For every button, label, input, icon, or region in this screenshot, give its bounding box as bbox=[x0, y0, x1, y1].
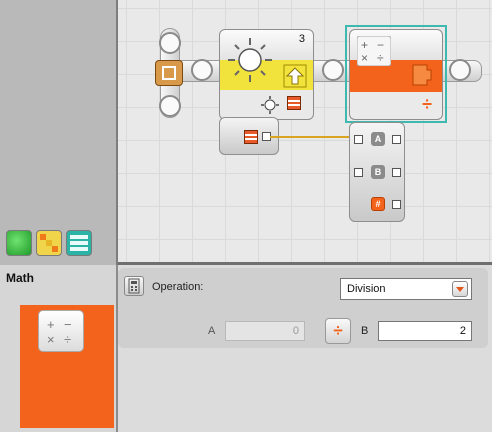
config-title: Math bbox=[6, 271, 34, 285]
input-b-plug[interactable] bbox=[354, 168, 363, 177]
complete-palette-tab[interactable] bbox=[36, 230, 62, 256]
beam-ring-1[interactable] bbox=[191, 59, 213, 81]
math-data-hub[interactable]: A B # bbox=[349, 122, 405, 222]
svg-text:×: × bbox=[47, 332, 55, 347]
result-output-plug[interactable] bbox=[392, 200, 401, 209]
input-b-label: B bbox=[371, 165, 385, 179]
svg-text:÷: ÷ bbox=[64, 332, 71, 347]
input-a-plug[interactable] bbox=[354, 135, 363, 144]
result-label: # bbox=[371, 197, 385, 211]
light-on-icon bbox=[261, 96, 279, 114]
svg-text:−: − bbox=[64, 317, 72, 332]
block-palette bbox=[0, 0, 118, 265]
operation-label: Operation: bbox=[152, 281, 204, 293]
number-block-icon bbox=[412, 64, 432, 86]
input-a-label: A bbox=[371, 132, 385, 146]
blocks-icon bbox=[40, 234, 58, 252]
b-value-field[interactable]: 2 bbox=[378, 321, 472, 341]
operation-dropdown[interactable]: Division bbox=[340, 278, 472, 300]
port-number: 3 bbox=[298, 33, 305, 45]
start-icon bbox=[162, 66, 176, 80]
calculator-icon bbox=[124, 276, 144, 296]
start-block[interactable] bbox=[155, 60, 183, 86]
operator-symbol: ÷ bbox=[325, 318, 351, 344]
palette-tabs bbox=[6, 230, 116, 258]
svg-text:÷: ÷ bbox=[377, 51, 384, 65]
light-sensor-icon bbox=[228, 38, 272, 82]
svg-text:−: − bbox=[377, 38, 384, 52]
number-output-icon bbox=[287, 96, 301, 110]
svg-text:+: + bbox=[361, 38, 368, 52]
b-label: B bbox=[361, 325, 369, 337]
output-a-plug[interactable] bbox=[392, 135, 401, 144]
light-sensor-block[interactable]: 3 bbox=[219, 29, 314, 120]
beam-ring-2[interactable] bbox=[322, 59, 344, 81]
math-operations-icon: + − × ÷ bbox=[47, 317, 72, 347]
a-value-field[interactable]: 0 bbox=[225, 321, 305, 341]
compare-arrow-icon bbox=[283, 64, 307, 88]
output-b-plug[interactable] bbox=[392, 168, 401, 177]
math-preview-icon: + − × ÷ bbox=[38, 310, 84, 352]
top-ring[interactable] bbox=[159, 32, 181, 54]
math-operations-icon: + − × ÷ bbox=[357, 36, 391, 66]
a-label: A bbox=[208, 325, 216, 337]
svg-text:×: × bbox=[361, 51, 368, 65]
operation-value: Division bbox=[347, 283, 386, 295]
calculator-glyph bbox=[128, 278, 140, 294]
common-palette-tab[interactable] bbox=[6, 230, 32, 256]
stack-icon bbox=[70, 235, 88, 251]
custom-palette-tab[interactable] bbox=[66, 230, 92, 256]
chevron-down-icon[interactable] bbox=[452, 281, 468, 297]
math-block[interactable]: + − × ÷ ÷ bbox=[349, 29, 443, 120]
intensity-plug-icon bbox=[244, 130, 258, 144]
beam-ring-end[interactable] bbox=[449, 59, 471, 81]
bottom-ring[interactable] bbox=[159, 95, 181, 117]
svg-text:+: + bbox=[47, 317, 55, 332]
division-symbol: ÷ bbox=[422, 94, 432, 114]
